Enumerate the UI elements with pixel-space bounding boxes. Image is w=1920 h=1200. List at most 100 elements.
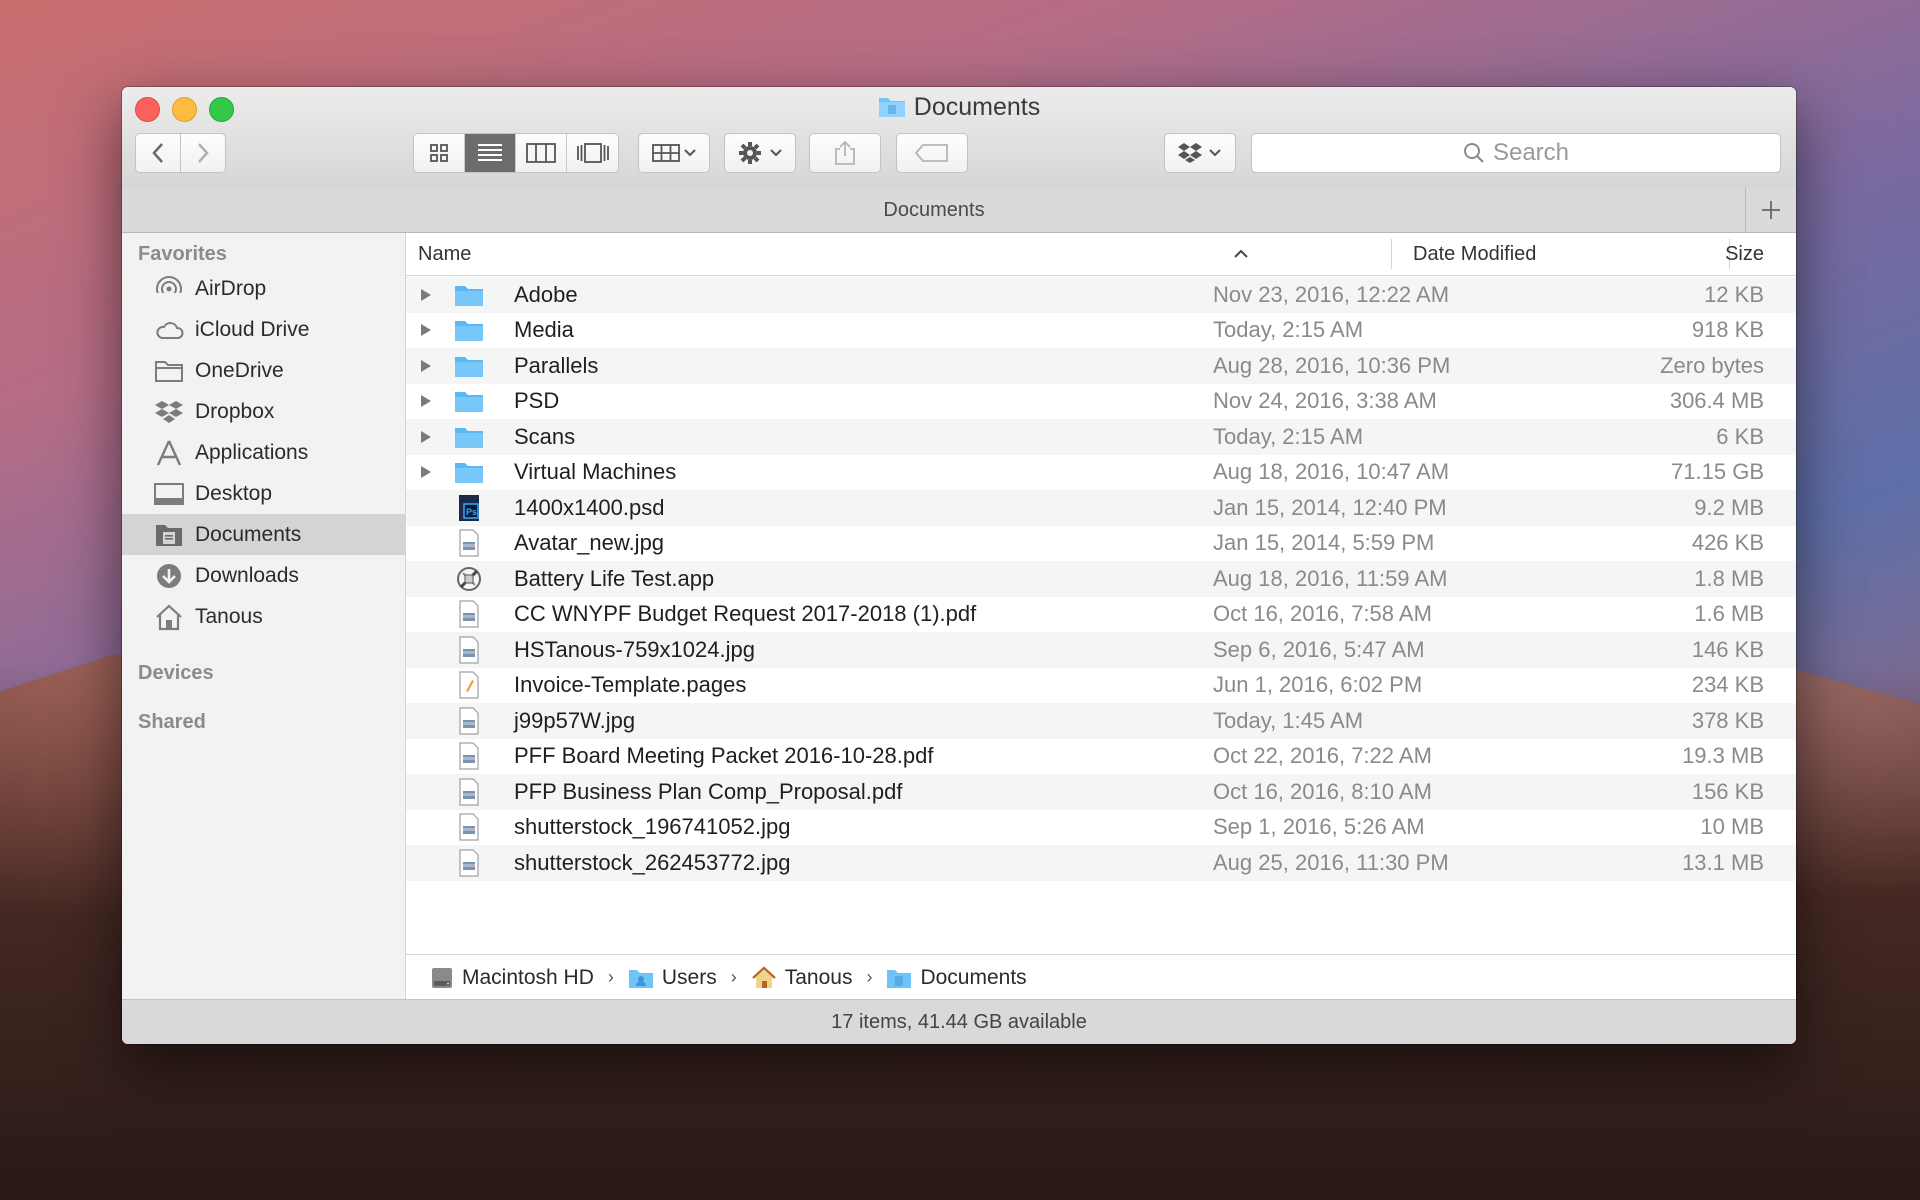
- file-name: Battery Life Test.app: [514, 565, 715, 591]
- file-row[interactable]: PFP Business Plan Comp_Proposal.pdf Oct 1…: [406, 774, 1796, 810]
- disclosure-triangle-icon[interactable]: [420, 394, 436, 408]
- folder-icon: [454, 423, 484, 451]
- chevron-right-icon: ›: [866, 967, 873, 987]
- applications-icon: [153, 439, 185, 467]
- sidebar-item-dropbox[interactable]: Dropbox: [122, 391, 405, 432]
- dropbox-menu-button[interactable]: [1164, 133, 1236, 173]
- folder-icon: [454, 387, 484, 415]
- file-row[interactable]: Ps 1400x1400.psd Jan 15, 2014, 12:40 PM 9.2…: [406, 490, 1796, 526]
- file-row[interactable]: Adobe Nov 23, 2016, 12:22 AM 12 KB: [406, 277, 1796, 313]
- path-label: Users: [661, 965, 717, 989]
- downloads-icon: [153, 562, 185, 590]
- file-list: Name Date Modified Size Adobe Nov 23, 201…: [406, 233, 1796, 999]
- disclosure-triangle-icon[interactable]: [420, 359, 436, 373]
- file-size: 10 MB: [1700, 814, 1764, 840]
- path-bar: Macintosh HD › Users › Tanous › Document…: [406, 954, 1796, 1000]
- file-date-modified: Nov 23, 2016, 12:22 AM: [1213, 281, 1450, 307]
- columns-icon: [526, 143, 556, 163]
- file-size: 156 KB: [1691, 778, 1764, 804]
- new-tab-button[interactable]: [1745, 188, 1796, 232]
- file-row[interactable]: HSTanous-759x1024.jpg Sep 6, 2016, 5:47 A…: [406, 632, 1796, 668]
- chevron-right-icon: ›: [730, 967, 737, 987]
- list-view-button[interactable]: [465, 134, 516, 172]
- cover-flow-button[interactable]: [567, 134, 618, 172]
- sidebar-item-tanous[interactable]: Tanous: [122, 596, 405, 637]
- file-size: Zero bytes: [1660, 352, 1764, 378]
- file-date-modified: Nov 24, 2016, 3:38 AM: [1213, 388, 1437, 414]
- file-size: 19.3 MB: [1682, 743, 1764, 769]
- back-button[interactable]: [135, 133, 181, 173]
- file-row[interactable]: Avatar_new.jpg Jan 15, 2014, 5:59 PM 426 K…: [406, 526, 1796, 562]
- tab-bar: Documents: [122, 188, 1796, 233]
- file-row[interactable]: Invoice-Template.pages Jun 1, 2016, 6:02 …: [406, 668, 1796, 704]
- svg-text:Ps: Ps: [466, 507, 477, 517]
- window-title: Documents: [122, 93, 1796, 125]
- file-row[interactable]: Virtual Machines Aug 18, 2016, 10:47 AM 71…: [406, 455, 1796, 491]
- path-item-users[interactable]: Users: [628, 966, 717, 990]
- sidebar-item-downloads[interactable]: Downloads: [122, 555, 405, 596]
- file-date-modified: Oct 16, 2016, 7:58 AM: [1213, 601, 1432, 627]
- sidebar-item-applications[interactable]: Applications: [122, 432, 405, 473]
- sidebar-item-airdrop[interactable]: AirDrop: [122, 268, 405, 309]
- pages-file-icon: [454, 671, 484, 699]
- file-row[interactable]: Battery Life Test.app Aug 18, 2016, 11:59…: [406, 561, 1796, 597]
- tags-button[interactable]: [896, 133, 968, 173]
- file-row[interactable]: PFF Board Meeting Packet 2016-10-28.pdf O…: [406, 739, 1796, 775]
- file-date-modified: Oct 16, 2016, 8:10 AM: [1213, 778, 1432, 804]
- column-view-button[interactable]: [516, 134, 567, 172]
- file-rows: Adobe Nov 23, 2016, 12:22 AM 12 KB Media Tod…: [406, 277, 1796, 881]
- file-row[interactable]: Media Today, 2:15 AM 918 KB: [406, 313, 1796, 349]
- action-button[interactable]: [724, 133, 796, 173]
- dropbox-icon: [1178, 143, 1221, 163]
- file-row[interactable]: j99p57W.jpg Today, 1:45 AM 378 KB: [406, 703, 1796, 739]
- file-name: shutterstock_196741052.jpg: [514, 814, 791, 840]
- sidebar-item-icloud-drive[interactable]: iCloud Drive: [122, 309, 405, 350]
- path-item-macintosh-hd[interactable]: Macintosh HD: [430, 966, 594, 990]
- sidebar-item-desktop[interactable]: Desktop: [122, 473, 405, 514]
- file-size: 9.2 MB: [1694, 494, 1764, 520]
- disclosure-triangle-icon[interactable]: [420, 288, 436, 302]
- file-name: HSTanous-759x1024.jpg: [514, 636, 755, 662]
- share-icon: [835, 140, 855, 165]
- file-row[interactable]: Scans Today, 2:15 AM 6 KB: [406, 419, 1796, 455]
- file-row[interactable]: shutterstock_196741052.jpg Sep 1, 2016, 5…: [406, 810, 1796, 846]
- file-name: Avatar_new.jpg: [514, 530, 665, 556]
- column-size-header[interactable]: Size: [1725, 233, 1764, 275]
- search-icon: [1463, 143, 1484, 163]
- chevron-left-icon: [152, 143, 163, 163]
- path-item-documents[interactable]: Documents: [886, 965, 1027, 990]
- column-name-header[interactable]: Name: [418, 233, 471, 275]
- path-item-tanous[interactable]: Tanous: [751, 966, 852, 990]
- disk-icon: [430, 966, 454, 990]
- search-field[interactable]: Search: [1251, 133, 1781, 173]
- file-date-modified: Jan 15, 2014, 5:59 PM: [1213, 530, 1435, 556]
- file-row[interactable]: shutterstock_262453772.jpg Aug 25, 2016, …: [406, 845, 1796, 881]
- column-date-header[interactable]: Date Modified: [1413, 233, 1536, 275]
- cloud-icon: [153, 319, 185, 341]
- file-name: shutterstock_262453772.jpg: [514, 849, 791, 875]
- sidebar-item-documents[interactable]: Documents: [122, 514, 405, 555]
- sidebar-item-onedrive[interactable]: OneDrive: [122, 350, 405, 391]
- tab-documents[interactable]: Documents: [122, 188, 1746, 232]
- arrange-button[interactable]: [638, 133, 710, 173]
- icon-view-button[interactable]: [414, 134, 465, 172]
- column-separator[interactable]: [1391, 239, 1392, 269]
- file-row[interactable]: PSD Nov 24, 2016, 3:38 AM 306.4 MB: [406, 384, 1796, 420]
- file-date-modified: Today, 2:15 AM: [1213, 317, 1364, 343]
- document-icon: [454, 813, 484, 841]
- forward-button[interactable]: [180, 133, 226, 173]
- sidebar-item-label: Desktop: [195, 481, 273, 505]
- file-row[interactable]: Parallels Aug 28, 2016, 10:36 PM Zero byte…: [406, 348, 1796, 384]
- file-name: PFF Board Meeting Packet 2016-10-28.pdf: [514, 743, 934, 769]
- disclosure-triangle-icon[interactable]: [420, 430, 436, 444]
- file-name: Adobe: [514, 281, 578, 307]
- sidebar-section-devices[interactable]: Devices: [138, 662, 214, 685]
- file-row[interactable]: CC WNYPF Budget Request 2017-2018 (1).pd…: [406, 597, 1796, 633]
- share-button[interactable]: [809, 133, 881, 173]
- file-size: 1.8 MB: [1694, 565, 1764, 591]
- documents-icon: [153, 522, 185, 548]
- disclosure-triangle-icon[interactable]: [420, 323, 436, 337]
- disclosure-triangle-icon[interactable]: [420, 465, 436, 479]
- path-label: Documents: [920, 965, 1027, 989]
- sidebar-section-shared[interactable]: Shared: [138, 711, 206, 734]
